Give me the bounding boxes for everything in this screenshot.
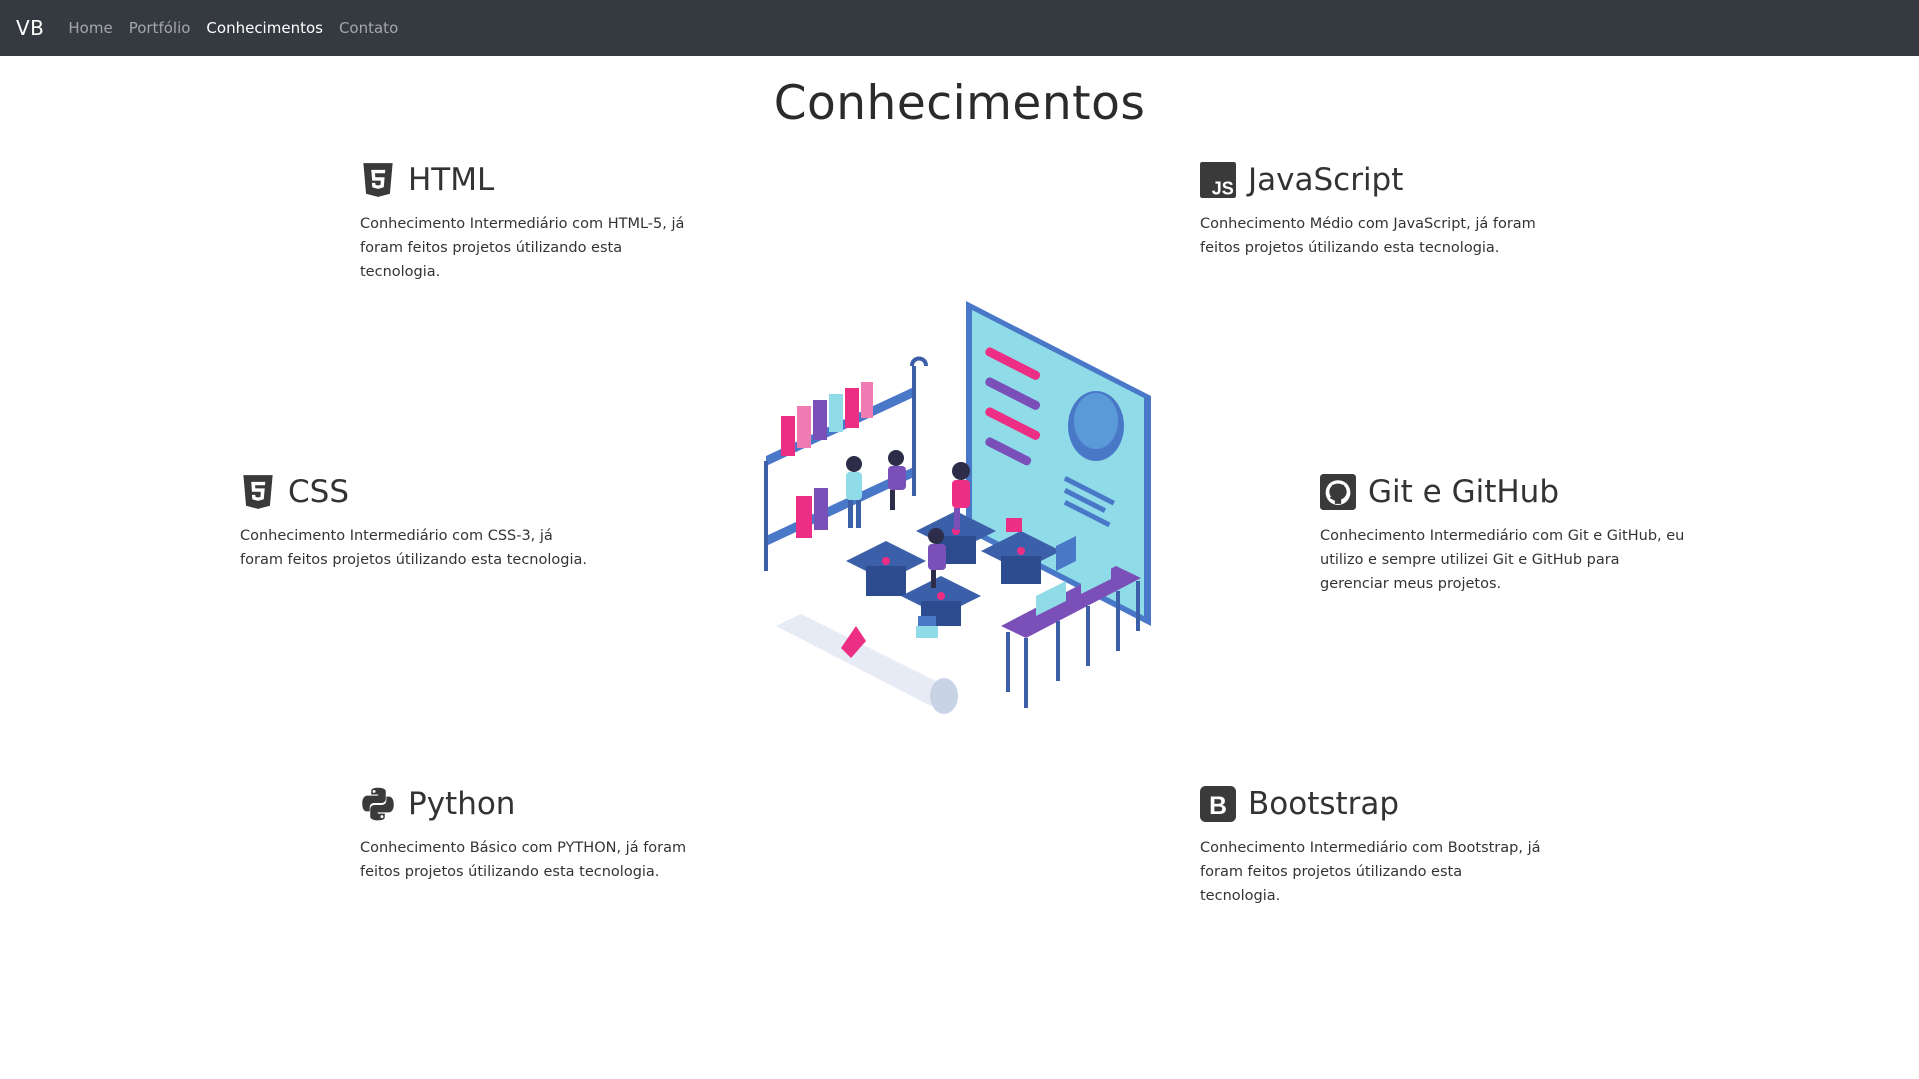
- javascript-icon: JS: [1200, 162, 1236, 198]
- svg-text:JS: JS: [1212, 179, 1234, 198]
- skill-title-css: CSS: [288, 474, 350, 510]
- top-navbar: VB Home Portfólio Conhecimentos Contato: [0, 0, 1919, 56]
- skill-title-python: Python: [408, 786, 516, 822]
- css3-icon: [243, 475, 273, 509]
- skill-description-bootstrap: Conhecimento Intermediário com Bootstrap…: [1200, 840, 1541, 904]
- skill-description-python: Conhecimento Básico com PYTHON, já foram…: [360, 840, 687, 880]
- nav-link-portfolio[interactable]: Portfólio: [129, 19, 191, 37]
- skill-description-git: Conhecimento Intermediário com Git e Git…: [1320, 528, 1685, 592]
- page-title: Conhecimentos: [773, 76, 1146, 131]
- skill-description-javascript: Conhecimento Médio com JavaScript, já fo…: [1200, 216, 1536, 256]
- skill-title-html: HTML: [408, 162, 495, 198]
- skill-title-bootstrap: Bootstrap: [1248, 786, 1400, 822]
- skill-card-bootstrap: B Bootstrap Conhecimento Intermediário c…: [1200, 784, 1580, 908]
- skill-card-python: Python Conhecimento Básico com PYTHON, j…: [360, 784, 740, 884]
- svg-text:B: B: [1209, 793, 1227, 820]
- github-icon: [1320, 474, 1356, 510]
- html5-icon: [363, 163, 393, 197]
- skill-card-git: Git e GitHub Conhecimento Intermediário …: [1320, 472, 1700, 596]
- skill-title-javascript: JavaScript: [1248, 162, 1404, 198]
- skill-description-html: Conhecimento Intermediário com HTML-5, j…: [360, 216, 685, 280]
- bookshelf: [764, 356, 928, 571]
- skill-card-html: HTML Conhecimento Intermediário com HTML…: [360, 160, 740, 284]
- skill-card-javascript: JS JavaScript Conhecimento Médio com Jav…: [1200, 160, 1580, 260]
- nav-link-home[interactable]: Home: [68, 19, 112, 37]
- python-icon: [362, 787, 394, 821]
- nav-link-contato[interactable]: Contato: [339, 19, 398, 37]
- skill-title-git: Git e GitHub: [1368, 474, 1559, 510]
- students-classroom-illustration: [764, 301, 1151, 714]
- skill-card-css: CSS Conhecimento Intermediário com CSS-3…: [240, 472, 620, 572]
- skill-description-css: Conhecimento Intermediário com CSS-3, já…: [240, 528, 587, 568]
- nav-link-conhecimentos[interactable]: Conhecimentos: [206, 19, 323, 37]
- brand-logo[interactable]: VB: [16, 16, 44, 40]
- bootstrap-icon: B: [1200, 786, 1236, 822]
